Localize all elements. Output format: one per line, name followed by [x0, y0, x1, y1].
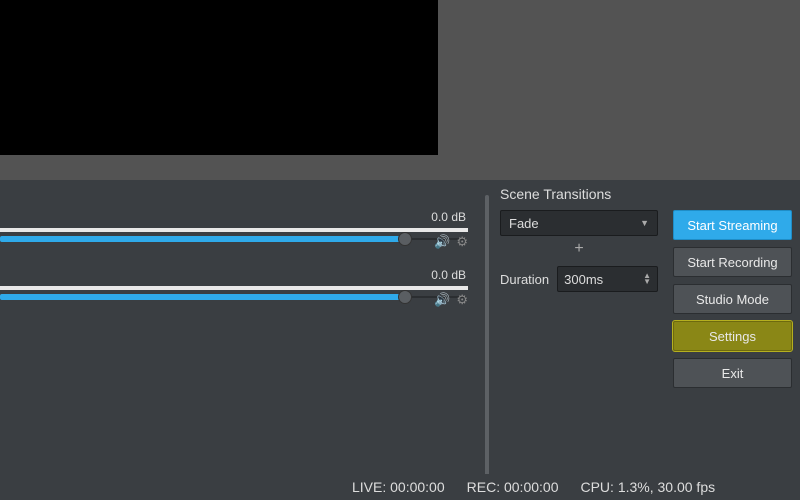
audio-meter: [0, 228, 468, 232]
volume-fill: [0, 294, 404, 300]
studio-mode-button[interactable]: Studio Mode: [673, 284, 792, 314]
gear-icon[interactable]: ⚙: [456, 292, 468, 308]
preview-area: [0, 0, 800, 180]
exit-button[interactable]: Exit: [673, 358, 792, 388]
start-streaming-button[interactable]: Start Streaming: [673, 210, 792, 240]
spin-down-icon[interactable]: ▼: [643, 279, 651, 285]
transition-selected: Fade: [509, 216, 539, 231]
scene-transitions-panel: Scene Transitions Fade ▼ + Duration 300m…: [500, 186, 658, 292]
preview-side: [438, 0, 800, 180]
speaker-icon[interactable]: 🔊: [434, 292, 450, 308]
audio-channel: 0.0 dB 🔊 ⚙: [0, 268, 476, 316]
transition-select[interactable]: Fade ▼: [500, 210, 658, 236]
settings-button[interactable]: Settings: [673, 321, 792, 351]
preview-main[interactable]: [0, 0, 438, 155]
panel-divider[interactable]: [485, 195, 489, 485]
audio-meter: [0, 286, 468, 290]
add-transition-button[interactable]: +: [500, 236, 658, 262]
db-value: 0.0 dB: [431, 268, 466, 282]
control-buttons: Start Streaming Start Recording Studio M…: [673, 210, 792, 388]
audio-channel: 0.0 dB 🔊 ⚙: [0, 210, 476, 258]
start-recording-button[interactable]: Start Recording: [673, 247, 792, 277]
speaker-icon[interactable]: 🔊: [434, 234, 450, 250]
control-panel: 0.0 dB 🔊 ⚙ 0.0 dB 🔊 ⚙ Scene Transitions: [0, 180, 800, 500]
duration-label: Duration: [500, 272, 549, 287]
volume-fill: [0, 236, 404, 242]
db-value: 0.0 dB: [431, 210, 466, 224]
duration-input[interactable]: 300ms ▲ ▼: [557, 266, 658, 292]
volume-thumb[interactable]: [398, 232, 412, 246]
duration-value: 300ms: [564, 272, 603, 287]
panel-title: Scene Transitions: [500, 186, 658, 202]
chevron-down-icon: ▼: [640, 218, 649, 228]
cpu-stats: CPU: 1.3%, 30.00 fps: [580, 479, 715, 495]
rec-time: REC: 00:00:00: [467, 479, 559, 495]
status-bar: LIVE: 00:00:00 REC: 00:00:00 CPU: 1.3%, …: [0, 474, 800, 500]
audio-mixer: 0.0 dB 🔊 ⚙ 0.0 dB 🔊 ⚙: [0, 210, 476, 326]
gear-icon[interactable]: ⚙: [456, 234, 468, 250]
live-time: LIVE: 00:00:00: [352, 479, 445, 495]
volume-thumb[interactable]: [398, 290, 412, 304]
